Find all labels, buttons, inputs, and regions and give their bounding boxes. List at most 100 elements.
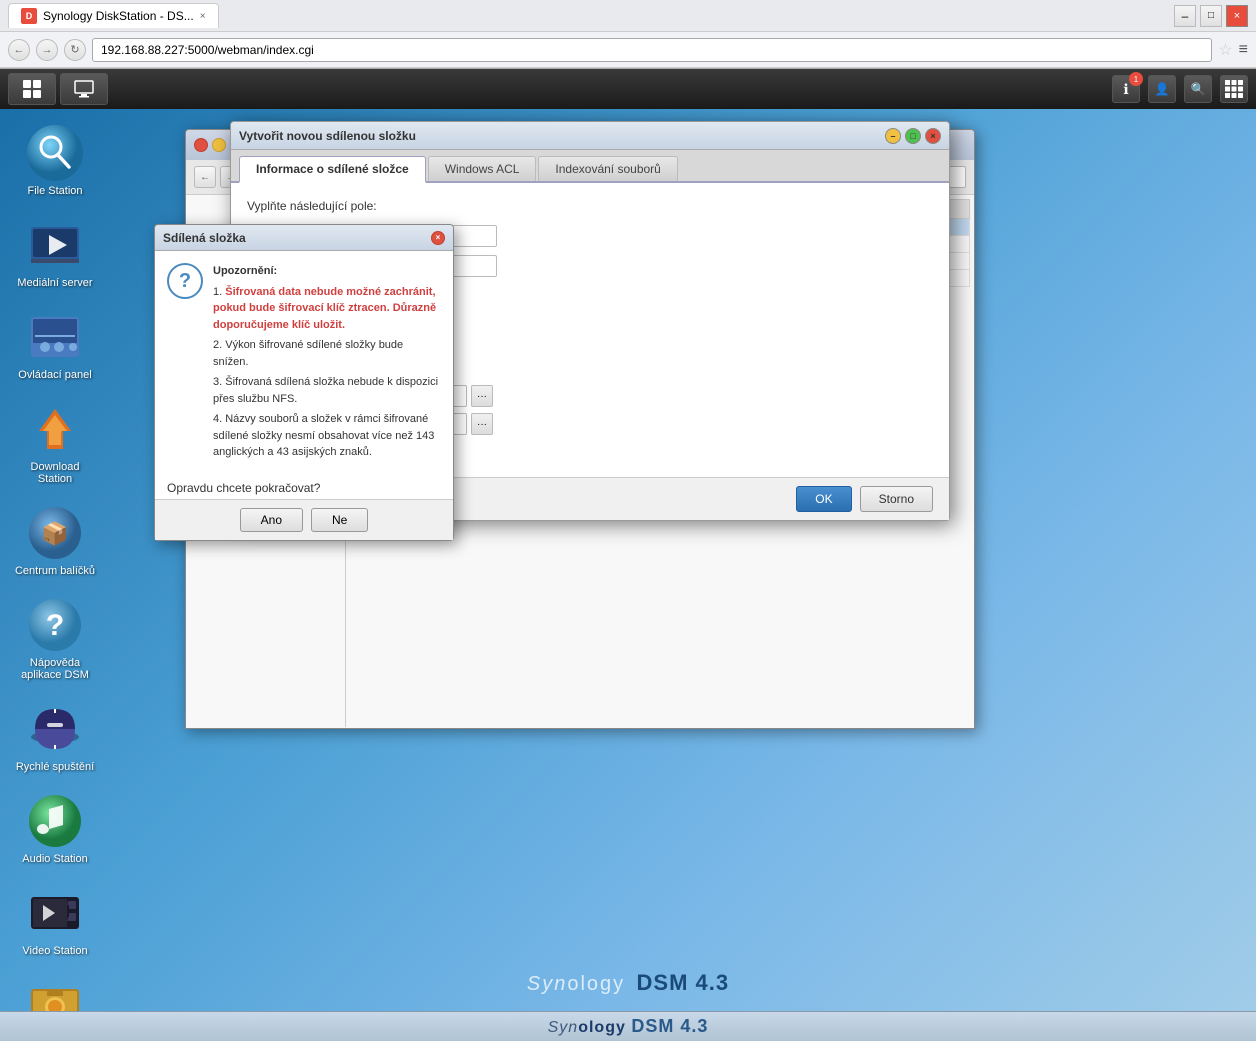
apps-icon[interactable]	[1220, 75, 1248, 103]
quick-launch-label: Rychlé spuštění	[16, 761, 94, 773]
desktop-icon-photo-station[interactable]: Photo Station	[10, 971, 100, 1011]
alert-question: Opravdu chcete pokračovat?	[155, 473, 453, 499]
taskbar-right: ℹ 1 👤 🔍	[1112, 75, 1248, 103]
file-station-icon	[25, 123, 85, 183]
video-station-icon	[25, 883, 85, 943]
bg-win-minimize[interactable]	[212, 138, 226, 152]
control-panel-label: Ovládací panel	[18, 369, 91, 381]
tab-title: Synology DiskStation - DS...	[43, 9, 194, 23]
quick-launch-icon	[25, 699, 85, 759]
alert-item-2: 2. Výkon šifrované sdílené složky bude s…	[213, 337, 441, 370]
desktop-icon-dsm-help[interactable]: ? Nápověda aplikace DSM	[10, 591, 100, 685]
dialog-close-button[interactable]: ×	[925, 128, 941, 144]
dialog-controls: – □ ×	[885, 128, 941, 144]
desktop-icon-control-panel[interactable]: Ovládací panel	[10, 303, 100, 385]
taskbar-monitor-button[interactable]	[60, 73, 108, 105]
monitor-icon	[74, 79, 94, 99]
synology-taskbar: ℹ 1 👤 🔍	[0, 69, 1256, 109]
dsm-version: DSM 4.3	[637, 970, 730, 995]
cancel-button[interactable]: Storno	[860, 486, 933, 512]
status-bar: Synology DSM 4.3	[0, 1011, 1256, 1041]
desktop-icon-audio-station[interactable]: Audio Station	[10, 787, 100, 869]
desktop-icon-package-center[interactable]: 📦 Centrum balíčků	[10, 499, 100, 581]
address-bar[interactable]	[92, 38, 1212, 62]
browser-chrome: D Synology DiskStation - DS... × – □ × ←…	[0, 0, 1256, 69]
dialog-maximize-button[interactable]: □	[905, 128, 921, 144]
desktop-icon-download-station[interactable]: Download Station	[10, 395, 100, 489]
window-close-button[interactable]: ×	[1226, 5, 1248, 27]
desktop-icon-quick-launch[interactable]: Rychlé spuštění	[10, 695, 100, 777]
control-panel-icon	[25, 307, 85, 367]
alert-dialog: Sdílená složka × ? Upozornění: 1. Šifrov…	[154, 224, 454, 541]
dsm-branding: Synology DSM 4.3	[527, 970, 729, 996]
alert-buttons: Ano Ne	[155, 499, 453, 540]
alert-text: Upozornění: 1. Šifrovaná data nebude mož…	[213, 263, 441, 461]
desktop-icon-video-station[interactable]: Video Station	[10, 879, 100, 961]
no-button[interactable]: Ne	[311, 508, 368, 532]
refresh-button[interactable]: ↻	[64, 39, 86, 61]
dsm-help-label: Nápověda aplikace DSM	[14, 657, 96, 681]
package-center-label: Centrum balíčků	[15, 565, 95, 577]
desktop-icon-media-server[interactable]: Mediální server	[10, 211, 100, 293]
download-station-label: Download Station	[14, 461, 96, 485]
tab-acl[interactable]: Windows ACL	[428, 156, 537, 181]
inner-back-button[interactable]: ←	[194, 166, 216, 188]
browser-titlebar: D Synology DiskStation - DS... × – □ ×	[0, 0, 1256, 32]
alert-item-4: 4. Názvy souborů a složek v rámci šifrov…	[213, 411, 441, 461]
grid-icon	[22, 79, 42, 99]
desktop: File Station Mediální server	[0, 109, 1256, 1011]
browser-menu-icon[interactable]: ≡	[1239, 41, 1248, 59]
back-button[interactable]: ←	[8, 39, 30, 61]
browser-tab[interactable]: D Synology DiskStation - DS... ×	[8, 3, 219, 28]
bg-win-close[interactable]	[194, 138, 208, 152]
forward-button[interactable]: →	[36, 39, 58, 61]
alert-question-icon: ?	[167, 263, 203, 299]
tab-close-button[interactable]: ×	[200, 11, 206, 22]
window-maximize-button[interactable]: □	[1200, 5, 1222, 27]
dialog-minimize-button[interactable]: –	[885, 128, 901, 144]
browser-navbar: ← → ↻ ☆ ≡	[0, 32, 1256, 68]
notifications-icon[interactable]: ℹ 1	[1112, 75, 1140, 103]
media-server-label: Mediální server	[17, 277, 92, 289]
dsm-help-icon: ?	[25, 595, 85, 655]
status-brand: Synology DSM 4.3	[548, 1016, 709, 1037]
tab-index[interactable]: Indexování souborů	[538, 156, 677, 181]
file-station-label: File Station	[27, 185, 82, 197]
confirm-key-show-button[interactable]: ···	[471, 413, 493, 435]
desktop-icon-file-station[interactable]: File Station	[10, 119, 100, 201]
media-server-icon	[25, 215, 85, 275]
window-minimize-button[interactable]: –	[1174, 5, 1196, 27]
alert-item-3: 3. Šifrovaná sdílená složka nebude k dis…	[213, 374, 441, 407]
alert-warning-title: Upozornění:	[213, 263, 441, 280]
download-station-icon	[25, 399, 85, 459]
bookmark-icon[interactable]: ☆	[1218, 40, 1232, 60]
notification-badge: 1	[1129, 72, 1143, 86]
alert-title: Sdílená složka	[163, 231, 246, 245]
audio-station-icon	[25, 791, 85, 851]
ok-button[interactable]: OK	[796, 486, 851, 512]
svg-text:📦: 📦	[41, 521, 68, 546]
dialog-tab-bar: Informace o sdílené složce Windows ACL I…	[231, 150, 949, 183]
package-center-icon: 📦	[25, 503, 85, 563]
user-icon[interactable]: 👤	[1148, 75, 1176, 103]
encrypt-key-show-button[interactable]: ···	[471, 385, 493, 407]
video-station-label: Video Station	[22, 945, 87, 957]
desktop-icon-grid: File Station Mediální server	[10, 119, 100, 1011]
yes-button[interactable]: Ano	[240, 508, 303, 532]
form-description: Vyplňte následující pole:	[247, 199, 933, 213]
tab-info[interactable]: Informace o sdílené složce	[239, 156, 426, 183]
alert-titlebar: Sdílená složka ×	[155, 225, 453, 251]
audio-station-label: Audio Station	[22, 853, 87, 865]
taskbar-grid-button[interactable]	[8, 73, 56, 105]
alert-item-1: 1. Šifrovaná data nebude možné zachránit…	[213, 284, 441, 334]
alert-close-button[interactable]: ×	[431, 231, 445, 245]
apps-grid-icon	[1225, 80, 1243, 98]
photo-station-icon	[25, 975, 85, 1011]
tab-favicon: D	[21, 8, 37, 24]
taskbar-left	[8, 73, 108, 105]
dialog-titlebar: Vytvořit novou sdílenou složku – □ ×	[231, 122, 949, 150]
alert-content: ? Upozornění: 1. Šifrovaná data nebude m…	[155, 251, 453, 473]
search-icon[interactable]: 🔍	[1184, 75, 1212, 103]
dialog-title: Vytvořit novou sdílenou složku	[239, 129, 885, 143]
svg-text:?: ?	[46, 609, 64, 642]
